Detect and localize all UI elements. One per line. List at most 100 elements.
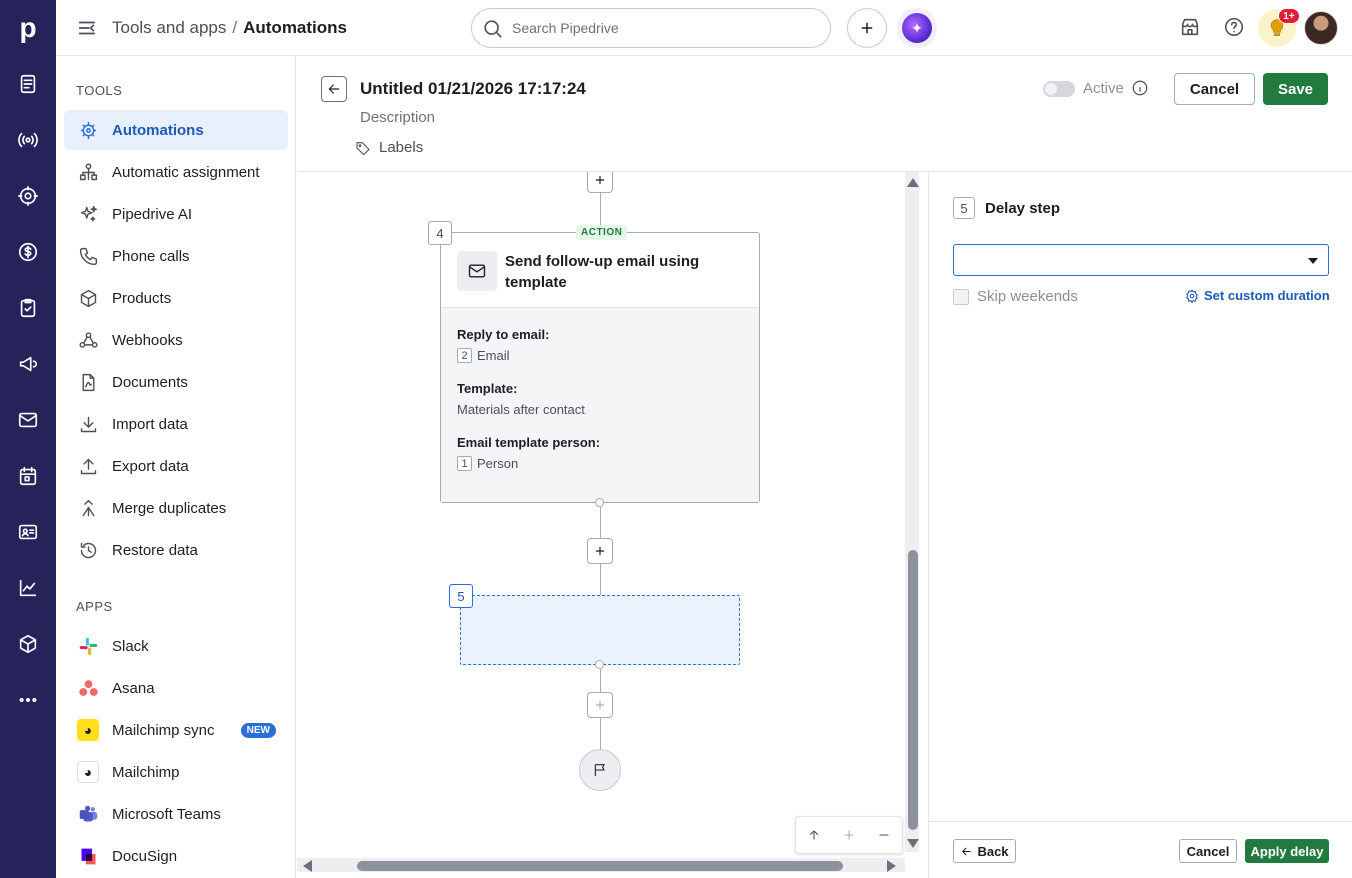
back-label: Back: [977, 843, 1009, 859]
apps-section-title: APPS: [76, 599, 113, 614]
scroll-up-arrow-icon[interactable]: [907, 178, 919, 187]
sidebar-item-mailchimp[interactable]: ◕ Mailchimp: [64, 752, 288, 792]
search-box[interactable]: [471, 8, 831, 48]
breadcrumb: Tools and apps / Automations: [112, 18, 347, 38]
sidebar-item-microsoft-teams[interactable]: Microsoft Teams: [64, 794, 288, 834]
automation-header: Untitled 01/21/2026 17:17:24 Description…: [297, 57, 1352, 172]
breadcrumb-current: Automations: [243, 18, 347, 37]
panel-back-button[interactable]: Back: [953, 839, 1016, 863]
cancel-button[interactable]: Cancel: [1174, 73, 1255, 105]
sidebar-item-automatic-assignment[interactable]: Automatic assignment: [64, 152, 288, 192]
mailchimp-icon: ◕: [76, 718, 100, 742]
sidebar-item-phone-calls[interactable]: Phone calls: [64, 236, 288, 276]
panel-footer: Back Cancel Apply delay: [929, 821, 1352, 878]
mail-icon[interactable]: [14, 406, 42, 434]
ai-assistant-button[interactable]: ✦: [897, 8, 937, 48]
vertical-scroll-thumb[interactable]: [908, 550, 918, 830]
sidebar-item-import-data[interactable]: Import data: [64, 404, 288, 444]
calendar-icon[interactable]: [14, 462, 42, 490]
breadcrumb-parent[interactable]: Tools and apps: [112, 18, 226, 37]
zoom-controls: [795, 816, 903, 854]
dollar-icon[interactable]: [14, 238, 42, 266]
scroll-down-arrow-icon[interactable]: [907, 839, 919, 848]
assignment-icon: [76, 160, 100, 184]
sidebar-item-webhooks[interactable]: Webhooks: [64, 320, 288, 360]
delay-select[interactable]: [953, 244, 1329, 276]
workflow-canvas[interactable]: Send follow-up email using template Repl…: [297, 172, 927, 878]
apply-delay-button[interactable]: Apply delay: [1245, 839, 1329, 863]
automation-title[interactable]: Untitled 01/21/2026 17:17:24: [360, 79, 586, 99]
connector-dot: [595, 498, 604, 507]
leads-icon[interactable]: [14, 70, 42, 98]
back-button[interactable]: [321, 76, 347, 102]
quick-add-button[interactable]: [847, 8, 887, 48]
sidebar-item-merge-duplicates[interactable]: Merge duplicates: [64, 488, 288, 528]
teams-icon: [76, 802, 100, 826]
sidebar-item-docusign[interactable]: DocuSign: [64, 836, 288, 876]
sidebar-item-label: Products: [112, 289, 172, 307]
sidebar-item-products[interactable]: Products: [64, 278, 288, 318]
sidebar-item-label: Slack: [112, 637, 149, 655]
sidebar-item-asana[interactable]: Asana: [64, 668, 288, 708]
top-bar: Tools and apps / Automations ✦ 1+: [56, 0, 1352, 56]
sidebar-item-slack[interactable]: Slack: [64, 626, 288, 666]
app-rail: p: [0, 0, 56, 878]
contacts-icon[interactable]: [14, 518, 42, 546]
add-step-button[interactable]: [587, 538, 613, 564]
mailchimp-icon: ◕: [76, 760, 100, 784]
sidebar-item-restore-data[interactable]: Restore data: [64, 530, 288, 570]
add-step-button[interactable]: [587, 692, 613, 718]
pipedrive-logo[interactable]: p: [0, 0, 56, 56]
skip-weekends-checkbox[interactable]: [953, 288, 969, 305]
horizontal-scroll-thumb[interactable]: [357, 861, 843, 871]
scroll-right-arrow-icon[interactable]: [887, 860, 896, 872]
panel-title: Delay step: [985, 199, 1061, 217]
field-value-reply-to: 2 Email: [457, 348, 510, 363]
info-icon[interactable]: [1131, 79, 1151, 99]
arrow-up-icon[interactable]: [802, 823, 826, 847]
zoom-out-icon[interactable]: [872, 823, 896, 847]
plus-icon: [595, 700, 605, 710]
panel-header: 5 Delay step: [953, 197, 1060, 219]
sidebar-item-export-data[interactable]: Export data: [64, 446, 288, 486]
panel-cancel-button[interactable]: Cancel: [1179, 839, 1237, 863]
search-input[interactable]: [512, 9, 812, 47]
step-card-header: Send follow-up email using template: [441, 233, 759, 308]
tools-sidebar: TOOLS Automations Automatic assignment P…: [56, 56, 296, 878]
plus-icon: [595, 175, 605, 185]
add-step-button[interactable]: [587, 172, 613, 193]
docusign-icon: [76, 844, 100, 868]
sidebar-item-mailchimp-sync[interactable]: ◕ Mailchimp sync NEW: [64, 710, 288, 750]
skip-weekends-option[interactable]: Skip weekends: [953, 288, 1078, 305]
products-box-icon[interactable]: [14, 630, 42, 658]
panel-step-number: 5: [953, 197, 975, 219]
marketplace-icon[interactable]: [1179, 16, 1203, 40]
menu-collapse-icon[interactable]: [76, 17, 100, 41]
upload-icon: [76, 454, 100, 478]
sidebar-item-label: Import data: [112, 415, 188, 433]
restore-icon: [76, 538, 100, 562]
labels-button[interactable]: Labels: [355, 139, 423, 156]
activities-icon[interactable]: [14, 294, 42, 322]
delay-step-placeholder[interactable]: [460, 595, 740, 665]
user-avatar[interactable]: [1304, 11, 1338, 45]
active-toggle[interactable]: [1043, 81, 1075, 97]
save-button[interactable]: Save: [1263, 73, 1328, 105]
insights-chart-icon[interactable]: [14, 574, 42, 602]
sidebar-item-documents[interactable]: Documents: [64, 362, 288, 402]
step-card-send-email[interactable]: Send follow-up email using template Repl…: [440, 232, 760, 503]
more-icon[interactable]: [14, 686, 42, 714]
document-icon: [76, 370, 100, 394]
ai-sparkle-icon: ✦: [902, 13, 932, 43]
help-icon[interactable]: [1223, 16, 1247, 40]
zoom-in-icon[interactable]: [837, 823, 861, 847]
sidebar-item-automations[interactable]: Automations: [64, 110, 288, 150]
scroll-left-arrow-icon[interactable]: [303, 860, 312, 872]
deals-target-icon[interactable]: [14, 182, 42, 210]
campaigns-broadcast-icon[interactable]: [14, 126, 42, 154]
sidebar-item-pipedrive-ai[interactable]: Pipedrive AI: [64, 194, 288, 234]
description-field[interactable]: Description: [360, 109, 435, 126]
field-label-template-person: Email template person:: [457, 435, 601, 450]
megaphone-icon[interactable]: [14, 350, 42, 378]
set-custom-duration-link[interactable]: Set custom duration: [1185, 288, 1330, 303]
